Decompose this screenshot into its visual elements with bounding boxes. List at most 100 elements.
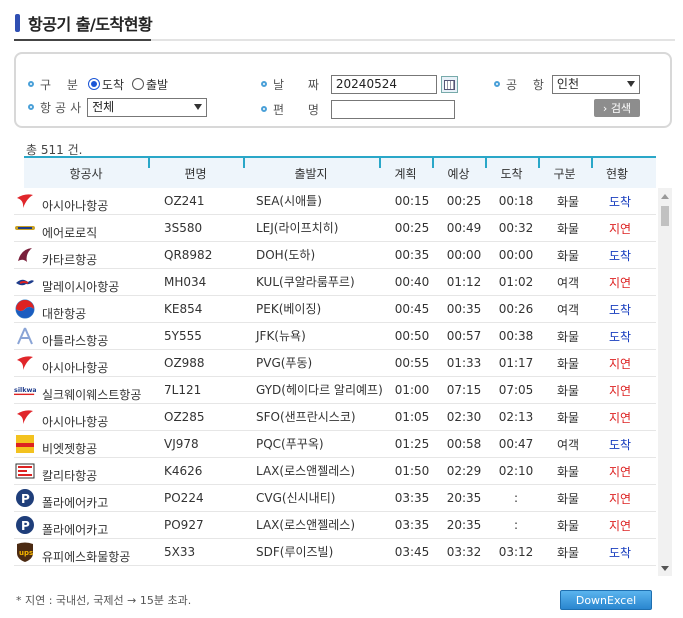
cell-expected: 01:33 bbox=[446, 356, 482, 370]
svg-text:ups: ups bbox=[19, 549, 33, 557]
airline-name: 아시아나항공 bbox=[42, 198, 109, 213]
table-row: 에어로로직 3S580 LEJ(라이프치히) 00:25 00:49 00:32 화물 지연 bbox=[14, 215, 656, 242]
header-plan: 계획 bbox=[379, 158, 432, 188]
cell-airline: ups 유피에스화물항공 bbox=[14, 542, 164, 564]
svg-text:P: P bbox=[21, 492, 30, 506]
cell-origin: KUL(쿠알라룸푸르) bbox=[256, 274, 355, 289]
cell-plan: 01:50 bbox=[394, 464, 430, 478]
cell-origin: SDF(루이즈빌) bbox=[256, 544, 334, 559]
cell-expected: 00:58 bbox=[446, 437, 482, 451]
table-header: 항공사 편명 출발지 계획 예상 도착 구분 현황 bbox=[24, 156, 656, 188]
flight-label: 편 명 bbox=[273, 102, 329, 117]
cell-flight: OZ988 bbox=[164, 356, 205, 370]
bullet-icon bbox=[28, 81, 34, 87]
cell-plan: 03:45 bbox=[394, 545, 430, 559]
cell-status: 도착 bbox=[608, 248, 632, 263]
radio-departure-label[interactable]: 출발 bbox=[146, 76, 168, 93]
cell-arrival: 02:10 bbox=[498, 464, 534, 478]
cell-origin: GYD(헤이다르 알리예프) bbox=[256, 382, 383, 397]
chevron-down-icon bbox=[194, 103, 203, 110]
polar-icon: P bbox=[14, 488, 36, 508]
scroll-thumb[interactable] bbox=[661, 206, 669, 226]
cell-status: 지연 bbox=[608, 464, 632, 479]
airline-name: 아시아나항공 bbox=[42, 414, 109, 429]
radio-arrival-label[interactable]: 도착 bbox=[102, 76, 124, 93]
cell-flight: KE854 bbox=[164, 302, 203, 316]
cell-arrival: 07:05 bbox=[498, 383, 534, 397]
cell-type: 화물 bbox=[556, 518, 580, 533]
download-excel-button[interactable]: DownExcel bbox=[560, 590, 652, 610]
aerologic-icon bbox=[14, 218, 36, 238]
airline-select[interactable]: 전체 bbox=[87, 97, 208, 117]
flight-input[interactable] bbox=[330, 99, 455, 119]
bullet-icon bbox=[261, 106, 267, 112]
cell-status: 도착 bbox=[608, 302, 632, 317]
type-field: 구 분 도착 출발 bbox=[28, 74, 176, 94]
type-label: 구 분 bbox=[40, 77, 84, 92]
table-row: 카타르항공 QR8982 DOH(도하) 00:35 00:00 00:00 화물 도착 bbox=[14, 242, 656, 269]
table-row: 대한항공 KE854 PEK(베이징) 00:45 00:35 00:26 여객 도착 bbox=[14, 296, 656, 323]
cell-type: 화물 bbox=[556, 491, 580, 506]
cell-plan: 00:25 bbox=[394, 221, 430, 235]
cell-plan: 00:40 bbox=[394, 275, 430, 289]
scroll-down-icon[interactable] bbox=[661, 566, 669, 571]
table-scrollbar[interactable] bbox=[658, 188, 672, 576]
cell-airline: silkway 실크웨이웨스트항공 bbox=[14, 380, 164, 402]
cell-flight: 3S580 bbox=[164, 221, 203, 235]
radio-arrival[interactable] bbox=[87, 78, 100, 90]
cell-plan: 01:05 bbox=[394, 410, 430, 424]
cell-expected: 00:00 bbox=[446, 248, 482, 262]
chevron-down-icon bbox=[626, 80, 635, 87]
cell-airline: 아시아나항공 bbox=[14, 407, 164, 429]
cell-plan: 00:50 bbox=[394, 329, 430, 343]
cell-arrival: 01:17 bbox=[498, 356, 534, 370]
cell-type: 화물 bbox=[556, 356, 580, 371]
cell-plan: 00:35 bbox=[394, 248, 430, 262]
airline-field: 항공사 전체 bbox=[28, 97, 208, 117]
table-row: ups 유피에스화물항공 5X33 SDF(루이즈빌) 03:45 03:32 03:12 화… bbox=[14, 539, 656, 566]
airport-select-value: 인천 bbox=[556, 76, 579, 91]
cell-type: 화물 bbox=[556, 248, 580, 263]
cell-airline: 비엣젯항공 bbox=[14, 434, 164, 456]
header-status: 현황 bbox=[591, 158, 643, 188]
cell-flight: QR8982 bbox=[164, 248, 213, 262]
table-row: 칼리타항공 K4626 LAX(로스앤젤레스) 01:50 02:29 02:10 화물 지연 bbox=[14, 458, 656, 485]
scroll-up-icon[interactable] bbox=[661, 194, 669, 199]
cell-flight: PO224 bbox=[164, 491, 204, 505]
cell-status: 지연 bbox=[608, 221, 632, 236]
cell-arrival: 03:12 bbox=[498, 545, 534, 559]
cell-airline: 대한항공 bbox=[14, 299, 164, 321]
cell-arrival: 00:38 bbox=[498, 329, 534, 343]
svg-text:silkway: silkway bbox=[14, 386, 36, 394]
cell-flight: OZ285 bbox=[164, 410, 205, 424]
silkway-icon: silkway bbox=[14, 380, 36, 400]
flight-table: 항공사 편명 출발지 계획 예상 도착 구분 현황 아시아나항공 OZ241 SEA… bbox=[14, 156, 674, 574]
date-input[interactable]: 20240524 bbox=[330, 74, 437, 94]
cell-expected: 00:49 bbox=[446, 221, 482, 235]
table-row: 아틀라스항공 5Y555 JFK(뉴욕) 00:50 00:57 00:38 화물 도착 bbox=[14, 323, 656, 350]
airport-select[interactable]: 인천 bbox=[551, 74, 640, 94]
page-title: 항공기 출/도착현황 bbox=[28, 15, 153, 34]
cell-type: 화물 bbox=[556, 464, 580, 479]
cell-status: 지연 bbox=[608, 518, 632, 533]
airline-name: 실크웨이웨스트항공 bbox=[42, 387, 142, 402]
cell-origin: CVG(신시내티) bbox=[256, 490, 336, 505]
cell-airline: P 폴라에어카고 bbox=[14, 488, 164, 510]
cell-airline: 에어로로직 bbox=[14, 218, 164, 240]
search-button[interactable]: › 검색 bbox=[594, 99, 640, 117]
cell-plan: 00:45 bbox=[394, 302, 430, 316]
airport-field: 공 항 인천 bbox=[494, 74, 640, 94]
cell-origin: PVG(푸동) bbox=[256, 355, 313, 370]
cell-status: 도착 bbox=[608, 329, 632, 344]
date-label: 날 짜 bbox=[273, 77, 329, 92]
cell-expected: 01:12 bbox=[446, 275, 482, 289]
cell-expected: 20:35 bbox=[446, 491, 482, 505]
calendar-icon[interactable] bbox=[440, 75, 458, 93]
cell-arrival: 00:18 bbox=[498, 194, 534, 208]
radio-departure[interactable] bbox=[132, 78, 144, 90]
koreanair-icon bbox=[14, 299, 36, 319]
vietjet-icon bbox=[14, 434, 36, 454]
cell-airline: P 폴라에어카고 bbox=[14, 515, 164, 537]
cell-origin: PQC(푸꾸옥) bbox=[256, 436, 324, 451]
title-marker bbox=[15, 14, 20, 32]
